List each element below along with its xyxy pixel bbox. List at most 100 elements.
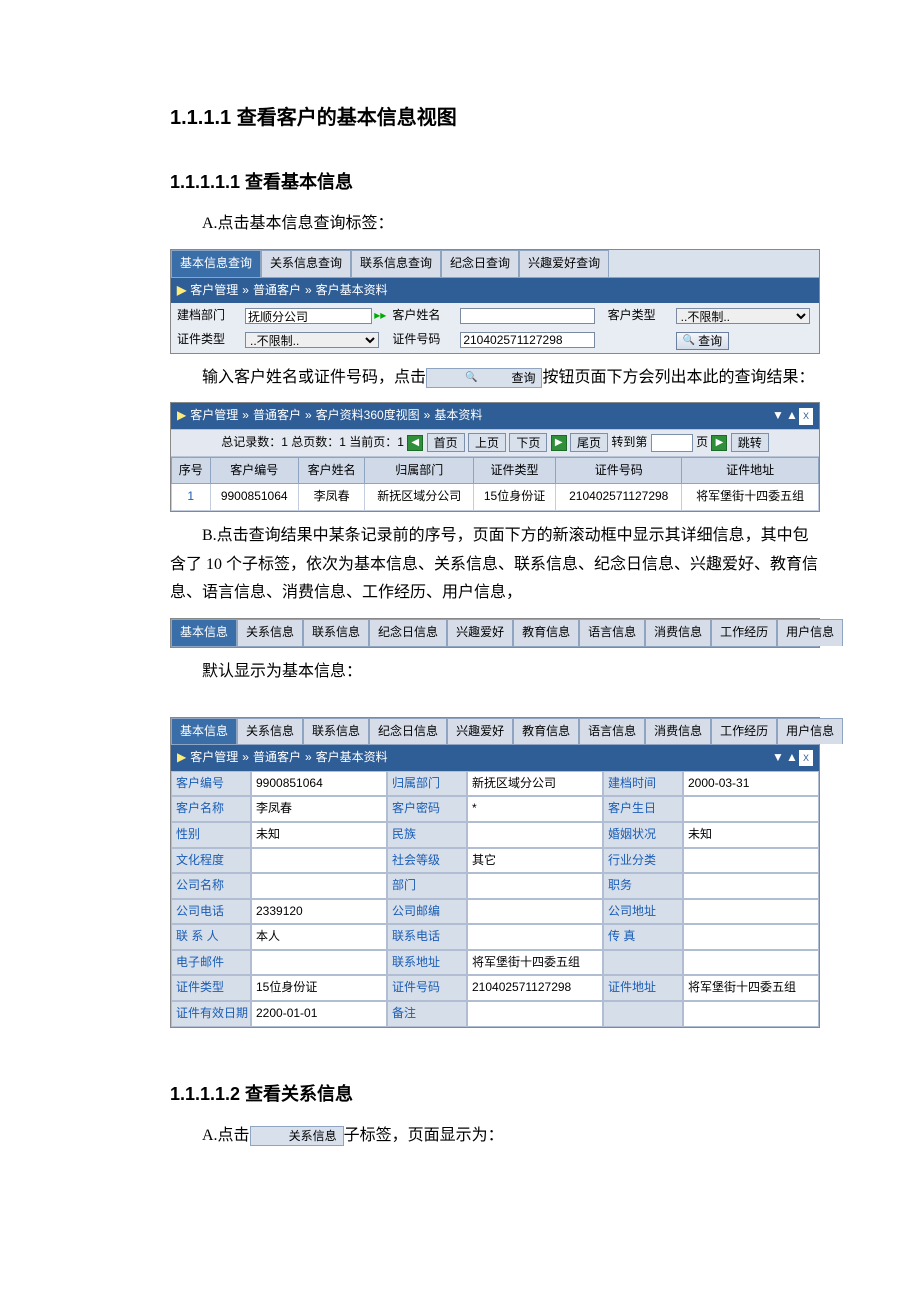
export-icon[interactable]: X <box>799 408 813 424</box>
column-header: 序号 <box>172 457 211 484</box>
tab-4[interactable]: 兴趣爱好 <box>447 718 513 745</box>
tab-3[interactable]: 纪念日查询 <box>441 250 519 277</box>
column-header: 证件地址 <box>682 457 819 484</box>
select-idtype[interactable]: ..不限制.. <box>245 332 379 348</box>
jump-button[interactable]: 跳转 <box>731 433 769 452</box>
collapse-up-icon[interactable]: ▲ <box>785 405 799 427</box>
last-page-button[interactable]: 尾页 <box>570 433 608 452</box>
tab-5[interactable]: 教育信息 <box>513 619 579 646</box>
cell: 15位身份证 <box>473 484 555 511</box>
select-type[interactable]: ..不限制.. <box>676 308 810 324</box>
inline-query-button: 查询 <box>426 368 542 388</box>
form-value <box>467 873 603 899</box>
default-tab-text: 默认显示为基本信息： <box>170 658 820 687</box>
form-label: 归属部门 <box>387 771 467 797</box>
tab-2[interactable]: 联系信息 <box>303 718 369 745</box>
label-name: 客户姓名 <box>388 305 458 327</box>
form-value <box>467 1001 603 1027</box>
tab-2[interactable]: 联系信息 <box>303 619 369 646</box>
tab-1[interactable]: 关系信息查询 <box>261 250 351 277</box>
heading-1-1-1-1-2: 1.1.1.1.2 查看关系信息 <box>170 1078 820 1110</box>
form-value: 未知 <box>683 822 819 848</box>
tab-0[interactable]: 基本信息 <box>171 619 237 646</box>
tab-9[interactable]: 用户信息 <box>777 619 843 646</box>
tab-7[interactable]: 消费信息 <box>645 619 711 646</box>
prev-page-button[interactable]: 上页 <box>468 433 506 452</box>
form-label: 职务 <box>603 873 683 899</box>
tab-1[interactable]: 关系信息 <box>237 718 303 745</box>
tab-3[interactable]: 纪念日信息 <box>369 718 447 745</box>
form-label: 社会等级 <box>387 848 467 874</box>
last-page-icon[interactable]: ▶ <box>551 435 567 451</box>
tab-6[interactable]: 语言信息 <box>579 718 645 745</box>
tab-5[interactable]: 教育信息 <box>513 718 579 745</box>
input-dept[interactable] <box>245 308 372 324</box>
collapse-down-icon[interactable]: ▼ <box>771 405 785 427</box>
breadcrumb-item: 普通客户 <box>253 747 301 769</box>
form-value: 其它 <box>467 848 603 874</box>
pager-info: 总记录数：1 总页数：1 当前页：1 <box>221 435 404 449</box>
tab-9[interactable]: 用户信息 <box>777 718 843 745</box>
tab-4[interactable]: 兴趣爱好 <box>447 619 513 646</box>
form-label: 证件号码 <box>387 975 467 1001</box>
first-page-button[interactable]: 首页 <box>427 433 465 452</box>
form-label: 联 系 人 <box>171 924 251 950</box>
tab-4[interactable]: 兴趣爱好查询 <box>519 250 609 277</box>
tab-2[interactable]: 联系信息查询 <box>351 250 441 277</box>
form-label: 公司名称 <box>171 873 251 899</box>
input-name[interactable] <box>460 308 594 324</box>
breadcrumb-arrow-icon: ▶ <box>177 747 186 769</box>
form-value <box>683 796 819 822</box>
input-idno[interactable] <box>460 332 594 348</box>
collapse-up-icon[interactable]: ▲ <box>785 747 799 769</box>
breadcrumb-arrow-icon: ▶ <box>177 405 186 427</box>
form-label: 公司电话 <box>171 899 251 925</box>
form-value <box>683 1001 819 1027</box>
label-type: 客户类型 <box>604 305 674 327</box>
form-value <box>683 848 819 874</box>
form-label: 客户生日 <box>603 796 683 822</box>
unfold-icon[interactable]: ▸▸ <box>374 305 386 327</box>
tab-1[interactable]: 关系信息 <box>237 619 303 646</box>
cell: 9900851064 <box>210 484 298 511</box>
tab-0[interactable]: 基本信息 <box>171 718 237 745</box>
tab-8[interactable]: 工作经历 <box>711 718 777 745</box>
form-label: 证件有效日期 <box>171 1001 251 1027</box>
tab-6[interactable]: 语言信息 <box>579 619 645 646</box>
query-panel: 基本信息查询关系信息查询联系信息查询纪念日查询兴趣爱好查询 ▶客户管理»普通客户… <box>170 249 820 353</box>
column-header: 客户编号 <box>210 457 298 484</box>
form-label: 文化程度 <box>171 848 251 874</box>
form-value: * <box>467 796 603 822</box>
jump-page-input[interactable] <box>651 434 693 452</box>
tab-0[interactable]: 基本信息查询 <box>171 250 261 277</box>
form-label: 备注 <box>387 1001 467 1027</box>
form-value <box>467 899 603 925</box>
form-label: 民族 <box>387 822 467 848</box>
breadcrumb-item: 客户管理 <box>190 280 238 302</box>
table-row[interactable]: 19900851064李凤春新抚区域分公司15位身份证2104025711272… <box>172 484 819 511</box>
column-header: 证件类型 <box>473 457 555 484</box>
cell: 将军堡街十四委五组 <box>682 484 819 511</box>
step-a-text: A.点击基本信息查询标签： <box>170 210 820 239</box>
form-value <box>467 822 603 848</box>
form-value: 未知 <box>251 822 387 848</box>
export-icon[interactable]: X <box>799 750 813 766</box>
cell: 新抚区域分公司 <box>365 484 474 511</box>
form-value: 将军堡街十四委五组 <box>467 950 603 976</box>
form-value <box>467 924 603 950</box>
next-page-button[interactable]: 下页 <box>509 433 547 452</box>
breadcrumb-item: 客户管理 <box>190 747 238 769</box>
form-value: 2339120 <box>251 899 387 925</box>
collapse-down-icon[interactable]: ▼ <box>771 747 785 769</box>
form-label: 电子邮件 <box>171 950 251 976</box>
tab-7[interactable]: 消费信息 <box>645 718 711 745</box>
jump-icon[interactable]: ▶ <box>711 435 727 451</box>
row-index[interactable]: 1 <box>172 484 211 511</box>
tab-3[interactable]: 纪念日信息 <box>369 619 447 646</box>
form-value: 210402571127298 <box>467 975 603 1001</box>
query-button[interactable]: 查询 <box>676 332 729 350</box>
form-label: 客户名称 <box>171 796 251 822</box>
form-value <box>683 873 819 899</box>
tab-8[interactable]: 工作经历 <box>711 619 777 646</box>
first-page-icon[interactable]: ◀ <box>407 435 423 451</box>
